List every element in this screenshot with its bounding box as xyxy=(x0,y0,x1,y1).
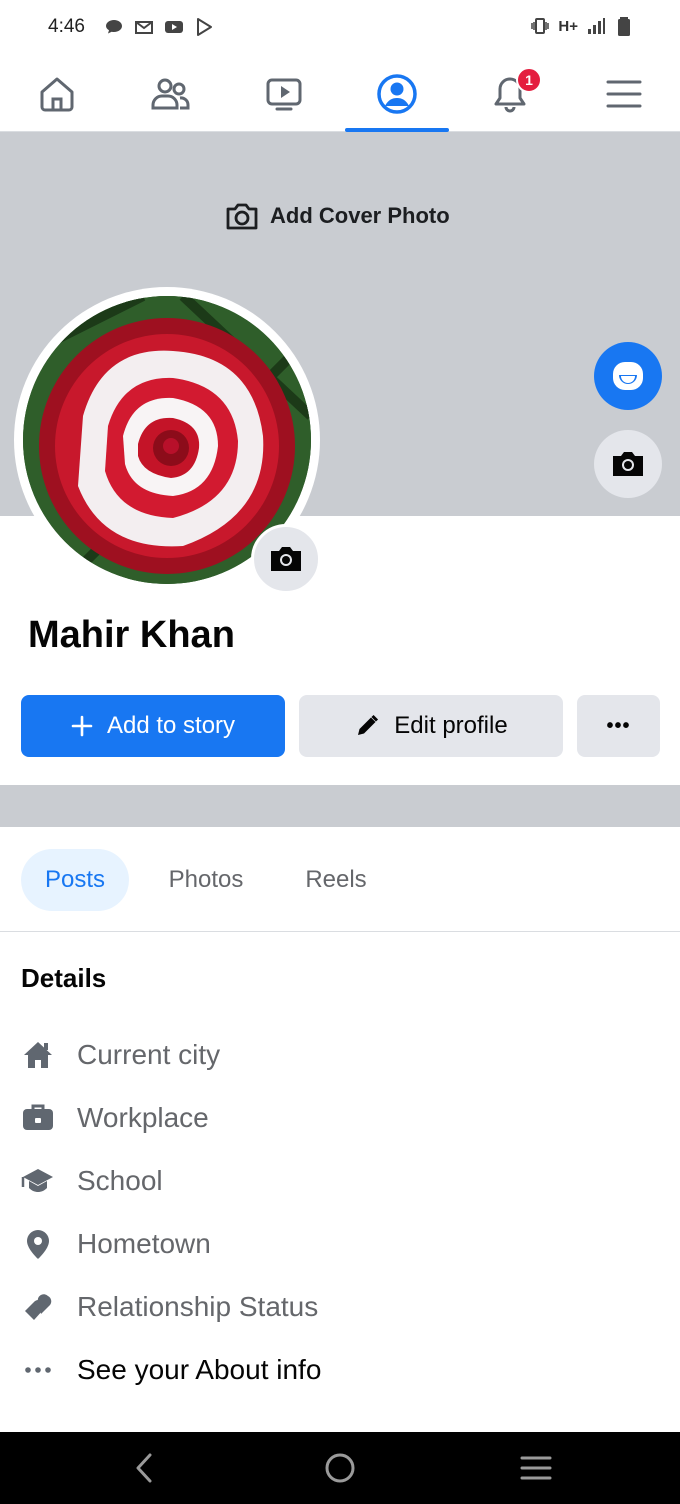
profile-icon xyxy=(377,74,417,114)
status-notification-icons xyxy=(104,17,214,37)
tab-reels[interactable]: Reels xyxy=(289,849,383,911)
add-cover-photo-label: Add Cover Photo xyxy=(270,203,450,228)
camera-icon xyxy=(226,203,258,230)
avatar-button[interactable] xyxy=(594,342,662,410)
home-circle-icon xyxy=(325,1453,355,1483)
friends-tab[interactable] xyxy=(120,56,220,132)
add-cover-photo-button[interactable]: Add Cover Photo xyxy=(224,198,450,234)
change-profile-picture-button[interactable] xyxy=(251,524,321,594)
home-icon xyxy=(40,77,74,112)
status-bar: 4:46 H+ xyxy=(0,0,680,56)
video-tab[interactable] xyxy=(234,56,334,132)
friends-icon xyxy=(151,78,190,110)
add-to-story-label: Add to story xyxy=(106,712,236,739)
avatar-icon xyxy=(613,362,643,390)
more-dots-icon: ••• xyxy=(606,714,631,737)
detail-workplace[interactable]: Workplace xyxy=(20,1098,209,1138)
heart-icon xyxy=(20,1289,56,1325)
top-navigation: 1 xyxy=(0,56,680,132)
back-button[interactable] xyxy=(124,1450,164,1486)
more-dots-icon xyxy=(20,1352,56,1388)
detail-school[interactable]: School xyxy=(20,1161,163,1201)
change-cover-camera-button[interactable] xyxy=(594,430,662,498)
status-time: 4:46 xyxy=(48,16,85,37)
detail-see-about-info[interactable]: See your About info xyxy=(20,1350,321,1390)
recent-apps-button[interactable] xyxy=(516,1450,556,1486)
chat-bubble-icon xyxy=(106,20,122,34)
hamburger-menu-icon xyxy=(606,80,642,108)
detail-label: Current city xyxy=(77,1039,221,1070)
camera-icon xyxy=(613,452,643,476)
add-to-story-button[interactable]: Add to story xyxy=(21,695,285,757)
home-tab[interactable] xyxy=(7,56,107,132)
section-divider xyxy=(0,785,680,827)
graduation-cap-icon xyxy=(20,1163,56,1199)
gmail-icon xyxy=(135,21,153,34)
menu-tab[interactable] xyxy=(574,56,674,132)
system-navigation-bar xyxy=(0,1432,680,1504)
house-icon xyxy=(20,1037,56,1073)
detail-hometown[interactable]: Hometown xyxy=(20,1224,211,1264)
camera-icon xyxy=(271,547,301,571)
detail-label: Workplace xyxy=(77,1102,209,1133)
home-button[interactable] xyxy=(320,1450,360,1486)
detail-label: See your About info xyxy=(77,1354,322,1385)
detail-label: Hometown xyxy=(77,1228,211,1259)
pencil-icon xyxy=(358,714,379,735)
status-system-icons: H+ xyxy=(530,16,634,36)
edit-profile-label: Edit profile xyxy=(394,712,508,739)
battery-icon xyxy=(618,17,630,36)
profile-action-row: Add to story Edit profile ••• xyxy=(21,695,660,757)
details-title: Details xyxy=(21,963,107,993)
youtube-icon xyxy=(165,21,183,33)
network-type: H+ xyxy=(558,17,578,35)
notification-badge: 1 xyxy=(516,67,542,93)
plus-icon xyxy=(71,715,93,737)
profile-name: Mahir Khan xyxy=(28,614,235,656)
notifications-tab[interactable] xyxy=(460,56,560,132)
recent-apps-icon xyxy=(520,1456,552,1480)
detail-relationship-status[interactable]: Relationship Status xyxy=(20,1287,318,1327)
play-store-icon xyxy=(197,18,212,36)
video-icon xyxy=(266,78,302,111)
location-pin-icon xyxy=(20,1226,56,1262)
detail-current-city[interactable]: Current city xyxy=(20,1035,220,1075)
detail-label: School xyxy=(77,1165,163,1196)
profile-tab[interactable] xyxy=(347,56,447,132)
tabs-divider xyxy=(0,931,680,932)
tab-posts[interactable]: Posts xyxy=(21,849,129,911)
edit-profile-button[interactable]: Edit profile xyxy=(299,695,563,757)
briefcase-icon xyxy=(20,1100,56,1136)
vibrate-icon xyxy=(531,18,550,34)
detail-label: Relationship Status xyxy=(77,1291,319,1322)
more-options-button[interactable]: ••• xyxy=(577,695,660,757)
tab-photos[interactable]: Photos xyxy=(147,849,265,911)
signal-icon xyxy=(588,18,605,34)
back-chevron-icon xyxy=(136,1453,152,1483)
